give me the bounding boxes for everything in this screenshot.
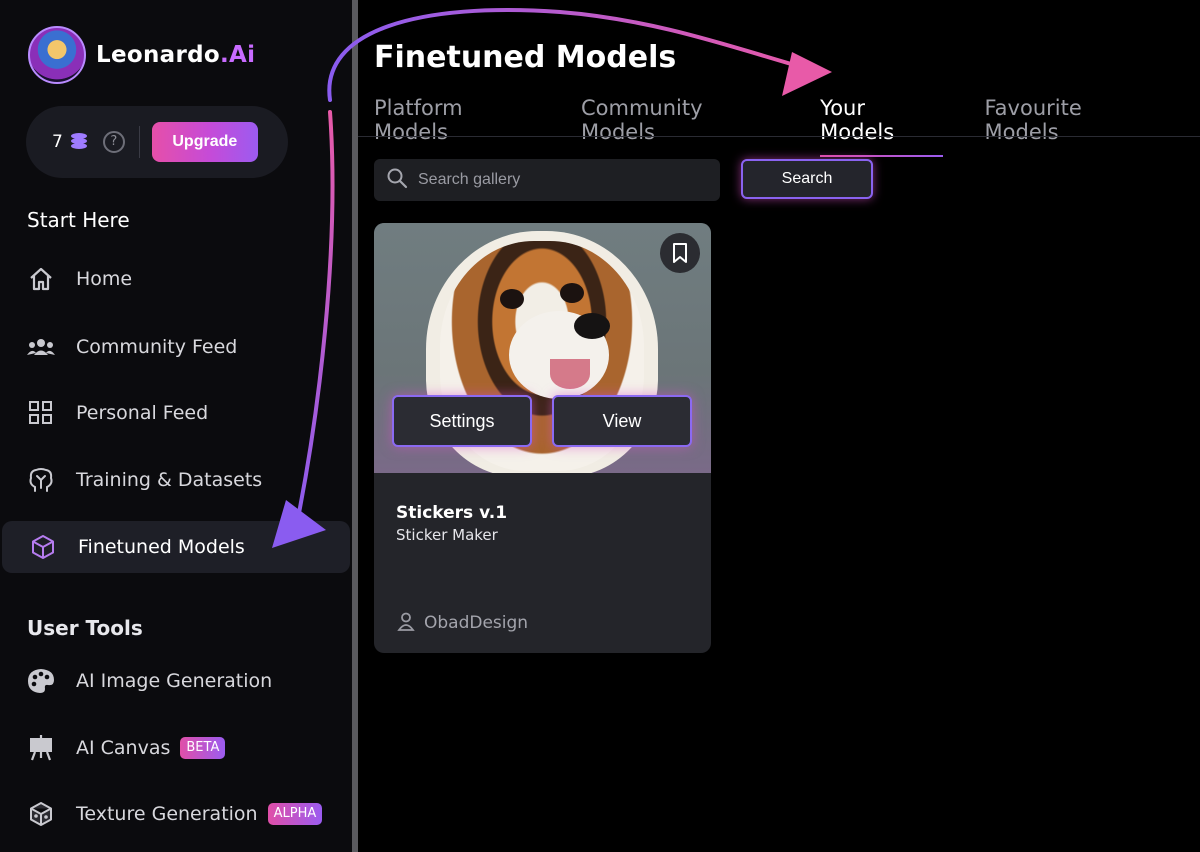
nav-label-training-datasets: Training & Datasets (76, 469, 263, 491)
help-icon[interactable]: ? (102, 131, 125, 153)
nav-label-home: Home (76, 268, 133, 290)
search-button[interactable]: Search (741, 159, 873, 199)
grid-icon (26, 398, 56, 428)
nav-item-finetuned-models[interactable]: Finetuned Models (2, 521, 350, 573)
model-subtitle: Sticker Maker (396, 526, 498, 544)
dog-nose (574, 313, 610, 339)
user-icon (396, 611, 416, 635)
credits-separator (138, 126, 140, 158)
sidebar: Leonardo.Ai 7 ? Upgrade Start Here Home … (0, 0, 352, 852)
tab-community-models[interactable]: Community Models (581, 96, 778, 157)
nav-item-ai-canvas[interactable]: AI Canvas BETA (0, 722, 350, 774)
alpha-badge: ALPHA (267, 803, 323, 825)
nav-label-ai-canvas: AI Canvas (76, 737, 171, 759)
tab-your-models[interactable]: Your Models (820, 96, 943, 157)
nav-label-community-feed: Community Feed (76, 336, 238, 358)
cube-icon (28, 532, 58, 562)
bookmark-icon[interactable] (660, 233, 700, 273)
brand-name: Leonardo.Ai (96, 42, 256, 68)
model-title: Stickers v.1 (396, 503, 508, 523)
brand[interactable]: Leonardo.Ai (28, 26, 255, 84)
nav-label-personal-feed: Personal Feed (76, 402, 209, 424)
credits-panel: 7 ? Upgrade (26, 106, 288, 178)
brain-icon (26, 465, 56, 495)
nav-label-finetuned-models: Finetuned Models (78, 536, 245, 558)
dog-tongue (550, 359, 590, 389)
beta-badge: BETA (180, 737, 226, 759)
palette-icon (26, 666, 56, 696)
tabs-divider (358, 136, 1200, 137)
nav-item-training-datasets[interactable]: Training & Datasets (0, 454, 350, 506)
people-icon (26, 332, 56, 362)
page-title: Finetuned Models (374, 40, 677, 75)
nav-item-community-feed[interactable]: Community Feed (0, 321, 350, 373)
home-icon (26, 264, 56, 294)
model-card-image: Settings View (374, 223, 711, 473)
main-content: Finetuned Models Platform Models Communi… (358, 0, 1200, 852)
nav-label-ai-image-generation: AI Image Generation (76, 670, 273, 692)
leonardo-logo (28, 26, 86, 84)
nav-item-texture-generation[interactable]: Texture Generation ALPHA (0, 788, 350, 840)
view-button[interactable]: View (552, 395, 692, 447)
upgrade-button[interactable]: Upgrade (151, 122, 258, 162)
dog-eye-right (560, 283, 584, 303)
credit-count: 7 (52, 132, 63, 152)
nav-item-ai-image-generation[interactable]: AI Image Generation (0, 655, 350, 707)
search-icon (386, 167, 408, 193)
search-input[interactable] (418, 171, 698, 189)
tab-platform-models[interactable]: Platform Models (374, 96, 539, 157)
author-name: ObadDesign (424, 613, 529, 633)
texture-cube-icon (26, 799, 56, 829)
settings-button[interactable]: Settings (392, 395, 532, 447)
search-box (374, 159, 720, 201)
easel-icon (26, 733, 56, 763)
nav-item-personal-feed[interactable]: Personal Feed (0, 387, 350, 439)
nav-label-texture-generation: Texture Generation (76, 803, 258, 825)
tab-favourite-models[interactable]: Favourite Models (985, 96, 1158, 157)
section-start-here: Start Here (27, 208, 130, 232)
model-author[interactable]: ObadDesign (396, 611, 528, 635)
model-card[interactable]: Settings View Stickers v.1 Sticker Maker… (374, 223, 711, 653)
coins-icon (69, 133, 89, 151)
section-user-tools: User Tools (27, 616, 143, 640)
model-tabs: Platform Models Community Models Your Mo… (374, 96, 1200, 157)
nav-item-home[interactable]: Home (0, 253, 350, 305)
dog-eye-left (500, 289, 524, 309)
